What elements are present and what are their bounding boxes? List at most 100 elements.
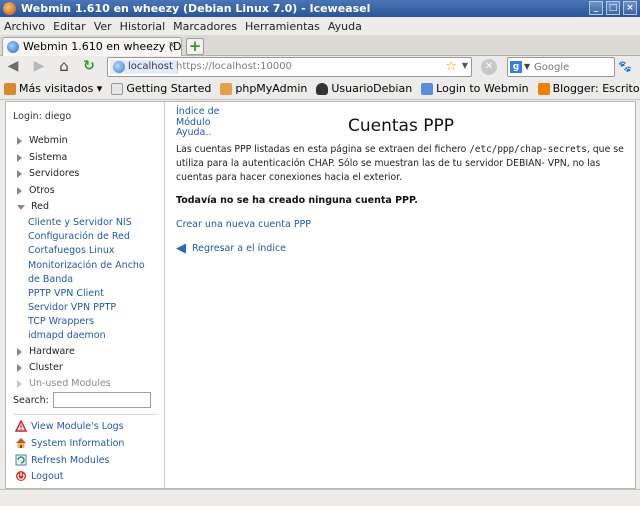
bookmark-mas-visitados[interactable]: Más visitados ▾: [4, 82, 102, 95]
menu-editar[interactable]: Editar: [53, 20, 86, 33]
menu-archivo[interactable]: Archivo: [4, 20, 45, 33]
bookmark-label: UsuarioDebian: [331, 82, 413, 95]
bookmark-phpmyadmin[interactable]: phpMyAdmin: [220, 82, 307, 95]
bookmark-login-webmin[interactable]: Login to Webmin: [421, 82, 529, 95]
category-label: Servidores: [29, 168, 80, 179]
category-servidores[interactable]: Servidores: [17, 168, 79, 179]
bookmark-getting-started[interactable]: Getting Started: [111, 82, 211, 95]
bookmark-label: Login to Webmin: [436, 82, 529, 95]
forward-arrow-icon[interactable]: ▶: [30, 58, 48, 76]
menu-marcadores[interactable]: Marcadores: [173, 20, 237, 33]
no-accounts-message: Todavía no se ha creado ninguna cuenta P…: [176, 195, 418, 206]
category-hardware[interactable]: Hardware: [17, 346, 75, 357]
expand-triangle-icon: [17, 169, 22, 178]
link-label: Regresar a el índice: [192, 243, 287, 254]
bookmark-star-icon[interactable]: ☆: [445, 59, 457, 74]
expand-triangle-icon: [17, 347, 22, 356]
link-label: Logout: [31, 470, 64, 482]
refresh-icon: [15, 454, 27, 466]
category-cluster[interactable]: Cluster: [17, 362, 63, 373]
main-panel: Índice de Módulo Ayuda.. Cuentas PPP Las…: [166, 102, 636, 488]
category-label: Webmin: [29, 135, 68, 146]
url-bar[interactable]: localhost https://localhost:10000 ☆ ▼: [107, 57, 472, 77]
module-nis[interactable]: Cliente y Servidor NIS: [28, 216, 158, 230]
home-icon: [16, 438, 26, 448]
close-button[interactable]: ×: [623, 1, 637, 15]
iceweasel-icon: [3, 2, 16, 15]
minimize-button[interactable]: _: [589, 1, 603, 15]
menu-bar: Archivo Editar Ver Historial Marcadores …: [0, 17, 640, 35]
bookmark-label: Getting Started: [126, 82, 212, 95]
site-identity-button[interactable]: localhost: [110, 60, 178, 74]
globe-icon: [113, 61, 125, 73]
reload-icon[interactable]: ↻: [80, 58, 98, 76]
module-idmapd[interactable]: idmapd daemon: [28, 329, 158, 343]
category-label: Un-used Modules: [29, 378, 111, 389]
menu-ver[interactable]: Ver: [94, 20, 112, 33]
category-red[interactable]: Red: [17, 201, 49, 212]
module-search-input[interactable]: [52, 392, 151, 408]
create-account-link[interactable]: Crear una nueva cuenta PPP: [176, 219, 311, 230]
category-otros[interactable]: Otros: [17, 185, 55, 196]
bookmarks-toolbar: Más visitados ▾ Getting Started phpMyAdm…: [0, 78, 640, 100]
file-path: /etc/ppp/chap-secrets: [469, 144, 587, 155]
search-bar[interactable]: g ▼: [507, 57, 615, 77]
menu-herramientas[interactable]: Herramientas: [245, 20, 320, 33]
description-text: Las cuentas PPP listadas en esta página …: [176, 144, 470, 155]
system-information-link[interactable]: System Information: [15, 437, 124, 449]
tux-icon: [316, 82, 329, 95]
url-text[interactable]: https://localhost:10000: [176, 61, 292, 72]
bookmark-usuariodebian[interactable]: UsuarioDebian: [316, 82, 412, 95]
maximize-button[interactable]: □: [606, 1, 620, 15]
module-configuracion-red[interactable]: Configuración de Red: [28, 230, 158, 244]
window-title-bar: Webmin 1.610 en wheezy (Debian Linux 7.0…: [0, 0, 640, 17]
tab-strip: Webmin 1.610 en wheezy (Debia... ✕ +: [0, 35, 640, 56]
search-label: Search:: [13, 394, 49, 406]
search-engine-dropdown-icon[interactable]: ▼: [524, 62, 530, 71]
menu-ayuda[interactable]: Ayuda: [328, 20, 362, 33]
bookmark-label: Blogger: Escritori...: [552, 82, 640, 95]
google-icon[interactable]: g: [510, 61, 522, 73]
page-description: Las cuentas PPP listadas en esta página …: [176, 143, 631, 185]
tab-webmin[interactable]: Webmin 1.610 en wheezy (Debia... ✕: [2, 37, 182, 56]
category-sistema[interactable]: Sistema: [17, 152, 67, 163]
return-index-link[interactable]: ◀ Regresar a el índice: [176, 241, 286, 256]
warning-icon: [15, 420, 27, 432]
category-unused-modules[interactable]: Un-used Modules: [17, 378, 111, 389]
module-pptp-client[interactable]: PPTP VPN Client: [28, 287, 158, 301]
pma-icon: [220, 82, 233, 95]
bookmark-blogger[interactable]: Blogger: Escritori...: [537, 82, 640, 95]
link-label: View Module's Logs: [31, 420, 124, 432]
refresh-modules-link[interactable]: Refresh Modules: [15, 454, 109, 466]
link-label: Refresh Modules: [31, 454, 110, 466]
page-title: Cuentas PPP: [348, 116, 454, 136]
module-cortafuegos[interactable]: Cortafuegos Linux: [28, 244, 158, 258]
category-label: Hardware: [29, 346, 75, 357]
tab-close-icon[interactable]: ✕: [168, 42, 178, 52]
tab-label: Webmin 1.610 en wheezy (Debia...: [23, 40, 182, 53]
navigation-bar: ◀ ▶ ⌂ ↻ localhost https://localhost:1000…: [0, 56, 640, 78]
stop-icon[interactable]: ✕: [481, 59, 497, 75]
new-tab-button[interactable]: +: [186, 38, 204, 55]
search-input[interactable]: [534, 60, 610, 74]
module-search: Search:: [13, 392, 151, 408]
module-ancho-banda[interactable]: Monitorización de Ancho de Banda: [28, 259, 158, 287]
status-bar: [0, 489, 640, 506]
expand-triangle-icon: [17, 153, 22, 162]
logout-link[interactable]: Logout: [15, 470, 64, 482]
back-arrow-icon[interactable]: ◀: [4, 58, 22, 76]
menu-historial[interactable]: Historial: [120, 20, 165, 33]
home-icon[interactable]: ⌂: [55, 58, 73, 76]
bookmark-label: Más visitados ▾: [19, 82, 103, 95]
module-pptp-server[interactable]: Servidor VPN PPTP: [28, 301, 158, 315]
webmin-favicon-icon: [7, 41, 19, 53]
page-content: Login: diego Webmin Sistema Servidores O…: [5, 101, 636, 489]
category-webmin[interactable]: Webmin: [17, 135, 68, 146]
extension-icon[interactable]: 🐾: [618, 61, 632, 73]
expand-triangle-icon: [17, 186, 22, 195]
logout-icon: [16, 471, 26, 481]
expand-triangle-icon: [17, 379, 22, 388]
module-tcp-wrappers[interactable]: TCP Wrappers: [28, 315, 158, 329]
url-dropdown-icon[interactable]: ▼: [462, 61, 468, 70]
view-logs-link[interactable]: View Module's Logs: [15, 420, 124, 432]
